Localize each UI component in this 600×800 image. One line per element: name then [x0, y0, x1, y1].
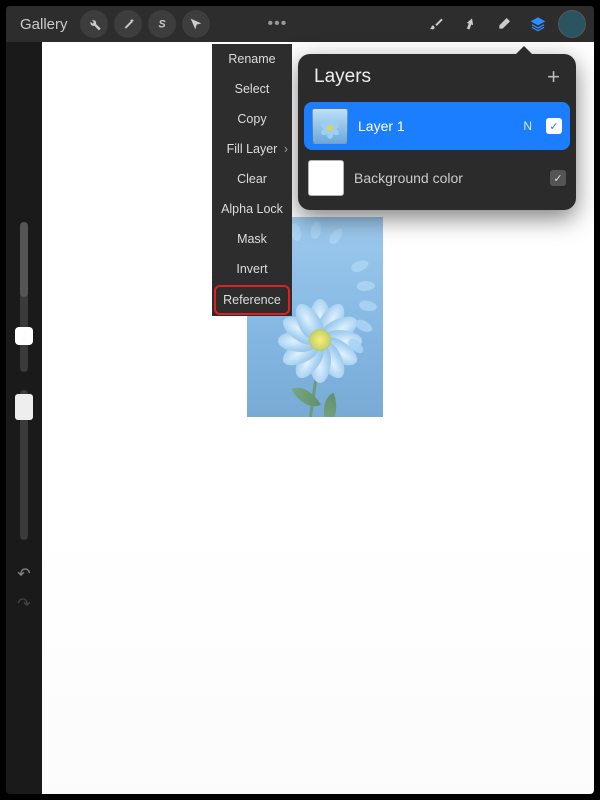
- layer-name: Layer 1: [358, 118, 513, 134]
- menu-clear[interactable]: Clear: [212, 164, 292, 194]
- slider-handle[interactable]: [15, 327, 33, 345]
- eraser-button[interactable]: [490, 10, 518, 38]
- s-icon: S: [154, 16, 170, 32]
- layer-row[interactable]: Background color ✓: [298, 154, 576, 202]
- more-button[interactable]: •••: [262, 15, 294, 33]
- layer-context-menu: Rename Select Copy Fill Layer Clear Alph…: [212, 44, 292, 316]
- menu-invert[interactable]: Invert: [212, 254, 292, 284]
- layers-icon: [530, 16, 546, 32]
- menu-fill-layer[interactable]: Fill Layer: [212, 134, 292, 164]
- layer-visible-checkbox[interactable]: ✓: [550, 170, 566, 186]
- menu-rename[interactable]: Rename: [212, 44, 292, 74]
- eraser-icon: [496, 16, 512, 32]
- color-picker[interactable]: [558, 10, 586, 38]
- menu-copy[interactable]: Copy: [212, 104, 292, 134]
- slider-handle[interactable]: [15, 394, 33, 420]
- menu-select[interactable]: Select: [212, 74, 292, 104]
- brush-icon: [428, 16, 444, 32]
- layer-thumbnail: [308, 160, 344, 196]
- brush-size-slider[interactable]: [20, 222, 28, 372]
- layers-button[interactable]: [524, 10, 552, 38]
- layer-blend-mode[interactable]: N: [523, 119, 532, 133]
- wand-icon: [120, 16, 136, 32]
- left-sidebar: ↶ ↷: [6, 42, 42, 794]
- top-toolbar: Gallery S •••: [6, 6, 594, 42]
- menu-reference[interactable]: Reference: [214, 285, 290, 315]
- smudge-icon: [462, 16, 478, 32]
- brush-button[interactable]: [422, 10, 450, 38]
- svg-text:S: S: [158, 18, 165, 30]
- gallery-button[interactable]: Gallery: [14, 16, 74, 33]
- add-layer-button[interactable]: +: [547, 66, 560, 88]
- undo-button[interactable]: ↶: [17, 564, 30, 584]
- selection-button[interactable]: S: [148, 10, 176, 38]
- smudge-button[interactable]: [456, 10, 484, 38]
- actions-button[interactable]: [80, 10, 108, 38]
- layer-name: Background color: [354, 170, 540, 186]
- layer-visible-checkbox[interactable]: ✓: [546, 118, 562, 134]
- adjustments-button[interactable]: [114, 10, 142, 38]
- layers-panel: Layers + Layer 1 N ✓ Background color ✓: [298, 54, 576, 210]
- redo-button[interactable]: ↷: [17, 594, 30, 614]
- opacity-slider[interactable]: [20, 390, 28, 540]
- layer-row[interactable]: Layer 1 N ✓: [304, 102, 570, 150]
- layer-thumbnail: [312, 108, 348, 144]
- layers-panel-title: Layers: [314, 66, 371, 88]
- transform-button[interactable]: [182, 10, 210, 38]
- menu-mask[interactable]: Mask: [212, 224, 292, 254]
- arrow-icon: [188, 16, 204, 32]
- wrench-icon: [86, 16, 102, 32]
- menu-alpha-lock[interactable]: Alpha Lock: [212, 194, 292, 224]
